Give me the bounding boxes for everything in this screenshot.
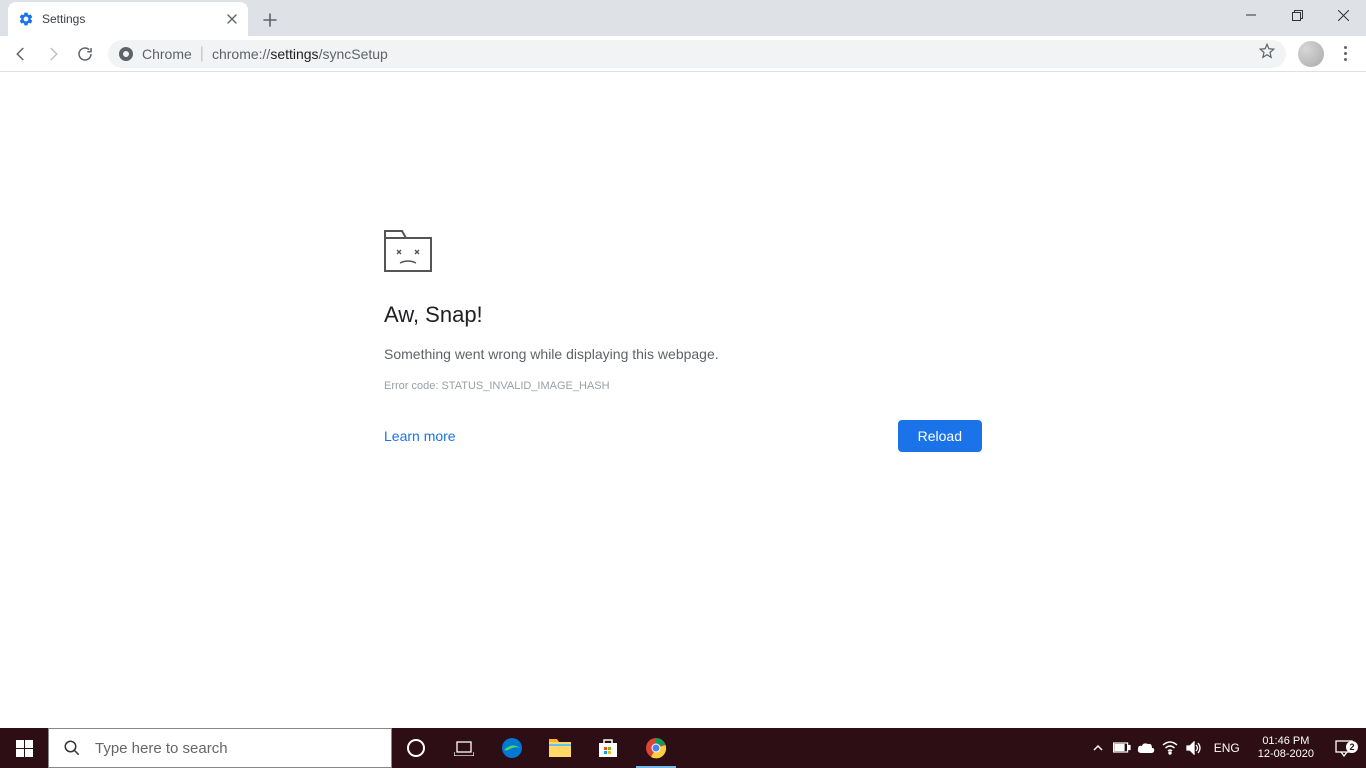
sad-folder-icon [384,230,432,272]
edge-icon[interactable] [488,728,536,768]
date-text: 12-08-2020 [1258,748,1314,761]
forward-button[interactable] [38,39,68,69]
separator: | [200,45,204,63]
error-title: Aw, Snap! [384,302,982,328]
learn-more-link[interactable]: Learn more [384,428,456,444]
address-bar[interactable]: Chrome | chrome://settings/syncSetup [108,40,1286,68]
browser-titlebar: Settings [0,0,1366,36]
search-placeholder: Type here to search [95,740,228,757]
maximize-button[interactable] [1274,0,1320,30]
windows-taskbar: Type here to search ENG 01: [0,728,1366,768]
close-tab-button[interactable] [224,11,240,27]
bookmark-star-icon[interactable] [1258,42,1276,65]
url-text: chrome://settings/syncSetup [212,46,388,62]
browser-tab-active[interactable]: Settings [8,2,248,36]
window-controls [1228,0,1366,30]
page-content: Aw, Snap! Something went wrong while dis… [0,72,1366,728]
taskbar-search[interactable]: Type here to search [48,728,392,768]
file-explorer-icon[interactable] [536,728,584,768]
error-code: Error code: STATUS_INVALID_IMAGE_HASH [384,380,982,392]
notif-badge: 2 [1346,741,1358,753]
chrome-page-icon [118,46,134,62]
minimize-button[interactable] [1228,0,1274,30]
wifi-icon[interactable] [1158,728,1182,768]
chrome-taskbar-icon[interactable] [632,728,680,768]
close-window-button[interactable] [1320,0,1366,30]
tray-chevron-icon[interactable] [1086,728,1110,768]
task-view-icon[interactable] [440,728,488,768]
gear-icon [18,11,34,27]
search-icon [63,739,81,757]
time-text: 01:46 PM [1258,735,1314,748]
cortana-icon[interactable] [392,728,440,768]
battery-icon[interactable] [1110,728,1134,768]
volume-icon[interactable] [1182,728,1206,768]
start-button[interactable] [0,728,48,768]
profile-avatar[interactable] [1298,41,1324,67]
browser-toolbar: Chrome | chrome://settings/syncSetup [0,36,1366,72]
chrome-menu-button[interactable] [1330,39,1360,69]
action-center-icon[interactable]: 2 [1324,739,1364,757]
tab-title: Settings [42,12,224,26]
error-panel: Aw, Snap! Something went wrong while dis… [384,230,982,452]
language-indicator[interactable]: ENG [1206,741,1248,755]
onedrive-icon[interactable] [1134,728,1158,768]
microsoft-store-icon[interactable] [584,728,632,768]
error-actions: Learn more Reload [384,420,982,452]
reload-button[interactable]: Reload [898,420,982,452]
reload-toolbar-button[interactable] [70,39,100,69]
system-tray: ENG 01:46 PM 12-08-2020 2 [1086,728,1366,768]
new-tab-button[interactable] [256,6,284,34]
back-button[interactable] [6,39,36,69]
origin-label: Chrome [142,46,192,62]
clock[interactable]: 01:46 PM 12-08-2020 [1248,735,1324,761]
error-message: Something went wrong while displaying th… [384,346,982,362]
